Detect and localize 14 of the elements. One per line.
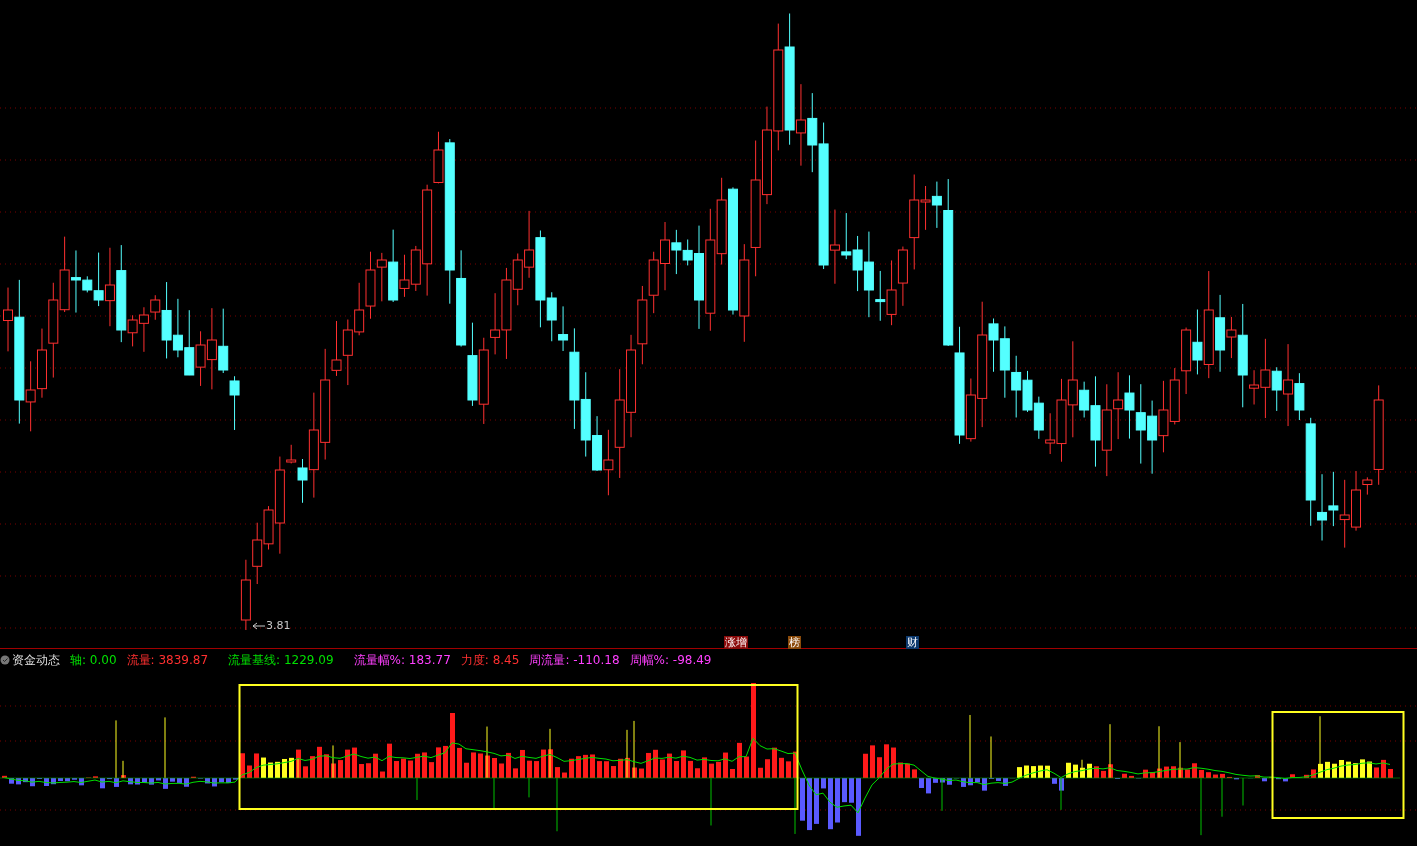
indicator-value: 力度: 8.45 xyxy=(460,651,520,669)
indicator-name: 资金动态 xyxy=(12,651,60,669)
indicator-value: 周幅%: -98.49 xyxy=(629,651,712,669)
indicator-value: 流量基线: 1229.09 xyxy=(228,651,334,669)
indicator-value: 流量幅%: 183.77 xyxy=(353,651,451,669)
indicator-value: 流量: 3839.87 xyxy=(126,651,209,669)
event-badge[interactable]: 财 xyxy=(906,636,919,649)
event-badge[interactable]: 涨增 xyxy=(724,636,748,649)
arrow-icon xyxy=(252,622,266,630)
indicator-value: 周流量: -110.18 xyxy=(529,651,620,669)
low-price-label: 3.81 xyxy=(266,619,291,633)
event-badge[interactable]: 榜 xyxy=(788,636,801,649)
indicator-menu-icon[interactable] xyxy=(0,654,10,665)
indicator-value: 轴: 0.00 xyxy=(70,651,117,669)
